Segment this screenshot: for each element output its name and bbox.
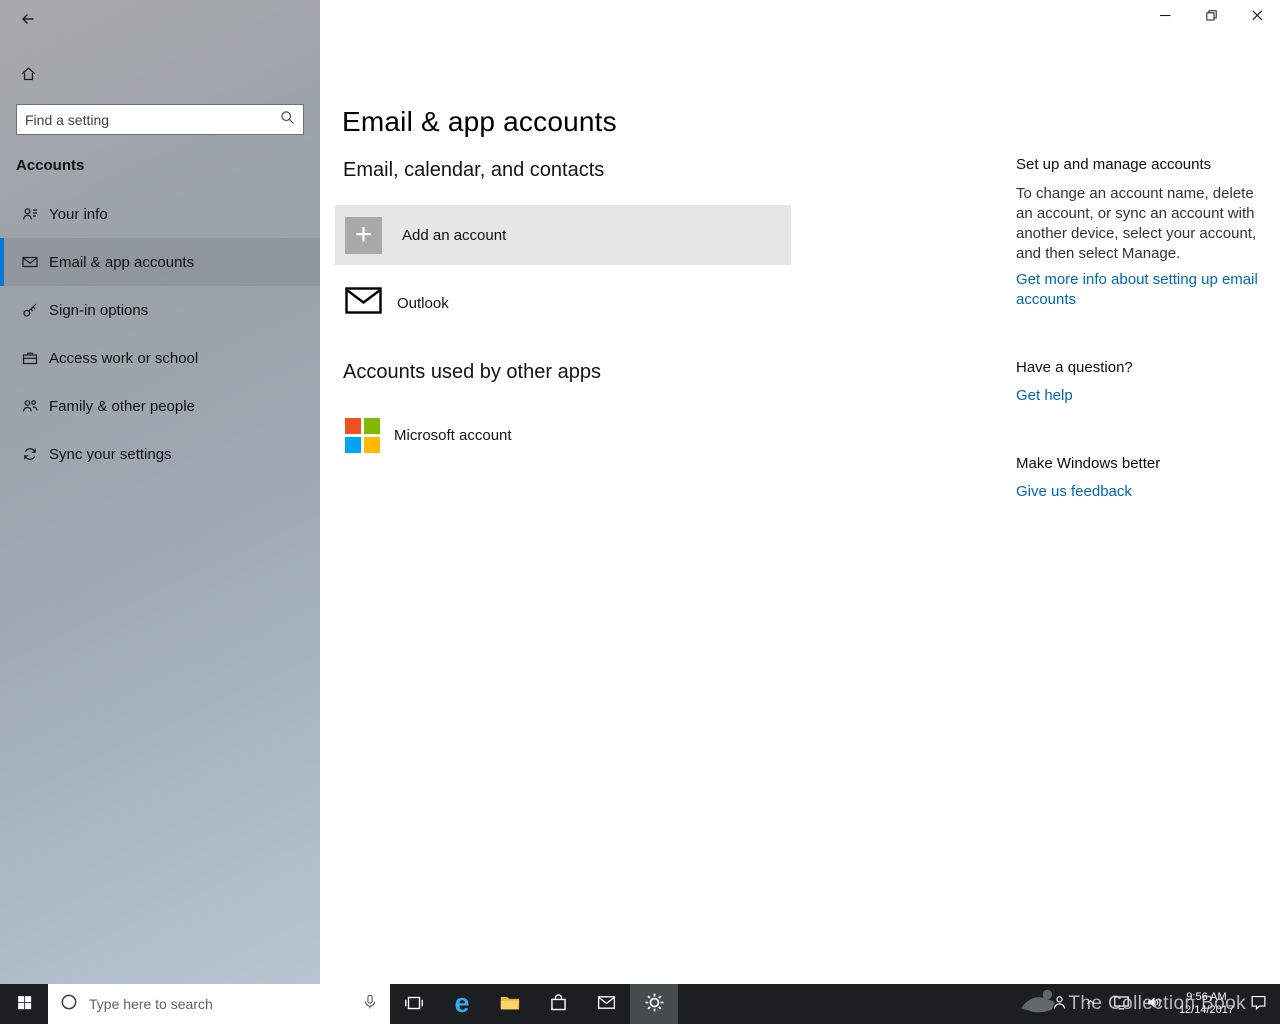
- microsoft-account-item[interactable]: Microsoft account: [345, 406, 512, 464]
- action-center-button[interactable]: [1242, 984, 1280, 1024]
- start-button[interactable]: [0, 984, 48, 1024]
- plus-icon: +: [345, 216, 382, 254]
- show-hidden-icons-button[interactable]: [1076, 984, 1105, 1024]
- ms-logo-blue: [345, 436, 361, 453]
- sidebar-item-label: Access work or school: [49, 349, 199, 367]
- settings-search-input[interactable]: [25, 111, 280, 128]
- restore-button[interactable]: [1188, 0, 1234, 32]
- sidebar-item-email-app-accounts[interactable]: Email & app accounts: [0, 238, 320, 286]
- get-help-link[interactable]: Get help: [1016, 386, 1073, 406]
- home-icon: [20, 65, 37, 82]
- microsoft-logo: [345, 417, 380, 453]
- clock-date: 12/14/2017: [1178, 1004, 1234, 1016]
- people-icon: [22, 398, 38, 414]
- manage-accounts-heading: Set up and manage accounts: [1016, 156, 1212, 173]
- gear-icon: [644, 992, 665, 1016]
- edge-button[interactable]: e: [438, 984, 486, 1024]
- minimize-icon: [1159, 9, 1171, 24]
- ms-logo-yellow: [364, 436, 380, 453]
- action-center-icon: [1249, 993, 1268, 1015]
- store-icon: [548, 992, 569, 1016]
- section-heading-accounts-other-apps: Accounts used by other apps: [343, 361, 601, 383]
- envelope-icon: [345, 287, 382, 319]
- briefcase-icon: [22, 350, 38, 366]
- sidebar-item-label: Sign-in options: [49, 301, 149, 319]
- edge-icon: e: [454, 987, 470, 1018]
- help-panel: Set up and manage accounts To change an …: [1016, 155, 1258, 502]
- settings-sidebar: Accounts Your info Email & app accounts …: [0, 0, 320, 984]
- sidebar-nav: Your info Email & app accounts Sign-in o…: [0, 190, 320, 478]
- settings-search-box[interactable]: [16, 104, 304, 135]
- outlook-account-item[interactable]: Outlook: [345, 272, 791, 334]
- make-windows-better-heading: Make Windows better: [1016, 455, 1161, 472]
- search-icon: [280, 110, 295, 130]
- settings-app-button[interactable]: [630, 984, 678, 1024]
- clock-time: 9:56 AM: [1186, 991, 1227, 1003]
- back-button[interactable]: [10, 4, 46, 34]
- network-icon: [1112, 993, 1131, 1015]
- store-button[interactable]: [534, 984, 582, 1024]
- outlook-label: Outlook: [397, 294, 449, 312]
- sidebar-item-label: Family & other people: [49, 397, 195, 415]
- mail-icon: [22, 254, 38, 270]
- restore-icon: [1205, 9, 1217, 24]
- microsoft-account-label: Microsoft account: [394, 426, 512, 444]
- sidebar-heading: Accounts: [16, 157, 85, 174]
- sidebar-item-your-info[interactable]: Your info: [0, 190, 320, 238]
- key-icon: [22, 302, 38, 318]
- taskbar-search-box[interactable]: [48, 984, 390, 1024]
- cortana-icon: [59, 992, 79, 1017]
- people-tray-button[interactable]: [1043, 984, 1076, 1024]
- microphone-icon[interactable]: [361, 993, 379, 1016]
- system-tray: 9:56 AM 12/14/2017: [1043, 984, 1280, 1024]
- taskbar-search-input[interactable]: [89, 996, 351, 1012]
- sidebar-item-label: Sync your settings: [49, 445, 172, 463]
- file-explorer-button[interactable]: [486, 984, 534, 1024]
- section-heading-email-calendar-contacts: Email, calendar, and contacts: [343, 159, 605, 181]
- mail-app-icon: [596, 992, 617, 1016]
- home-button[interactable]: [12, 58, 44, 88]
- add-account-label: Add an account: [402, 226, 507, 244]
- ms-logo-red: [345, 417, 361, 434]
- network-tray-button[interactable]: [1105, 984, 1138, 1024]
- speaker-icon: [1145, 993, 1164, 1015]
- sidebar-item-sign-in-options[interactable]: Sign-in options: [0, 286, 320, 334]
- volume-tray-button[interactable]: [1138, 984, 1171, 1024]
- minimize-button[interactable]: [1142, 0, 1188, 32]
- sync-icon: [22, 446, 38, 462]
- person-silhouette-icon: [1050, 993, 1069, 1015]
- task-view-icon: [403, 992, 425, 1017]
- chevron-up-icon: [1083, 995, 1098, 1013]
- sidebar-item-label: Email & app accounts: [49, 253, 195, 271]
- mail-app-button[interactable]: [582, 984, 630, 1024]
- give-feedback-link[interactable]: Give us feedback: [1016, 482, 1132, 502]
- have-a-question-heading: Have a question?: [1016, 359, 1133, 376]
- settings-window: Accounts Your info Email & app accounts …: [0, 0, 1280, 1024]
- page-title: Email & app accounts: [342, 106, 617, 137]
- close-icon: [1251, 9, 1263, 24]
- sidebar-item-family-other-people[interactable]: Family & other people: [0, 382, 320, 430]
- file-explorer-icon: [499, 992, 521, 1017]
- sidebar-item-sync-your-settings[interactable]: Sync your settings: [0, 430, 320, 478]
- contact-icon: [22, 206, 38, 222]
- sidebar-item-label: Your info: [49, 205, 108, 223]
- back-arrow-icon: [20, 11, 36, 27]
- clock[interactable]: 9:56 AM 12/14/2017: [1171, 991, 1242, 1017]
- close-button[interactable]: [1234, 0, 1280, 32]
- window-controls: [1142, 0, 1280, 32]
- ms-logo-green: [364, 417, 380, 434]
- more-info-link[interactable]: Get more info about setting up email acc…: [1016, 270, 1258, 310]
- manage-accounts-body: To change an account name, delete an acc…: [1016, 185, 1257, 262]
- task-view-button[interactable]: [390, 984, 438, 1024]
- add-account-button[interactable]: + Add an account: [335, 205, 791, 265]
- sidebar-item-access-work-school[interactable]: Access work or school: [0, 334, 320, 382]
- taskbar: e: [0, 984, 1280, 1024]
- windows-logo-icon: [16, 994, 33, 1014]
